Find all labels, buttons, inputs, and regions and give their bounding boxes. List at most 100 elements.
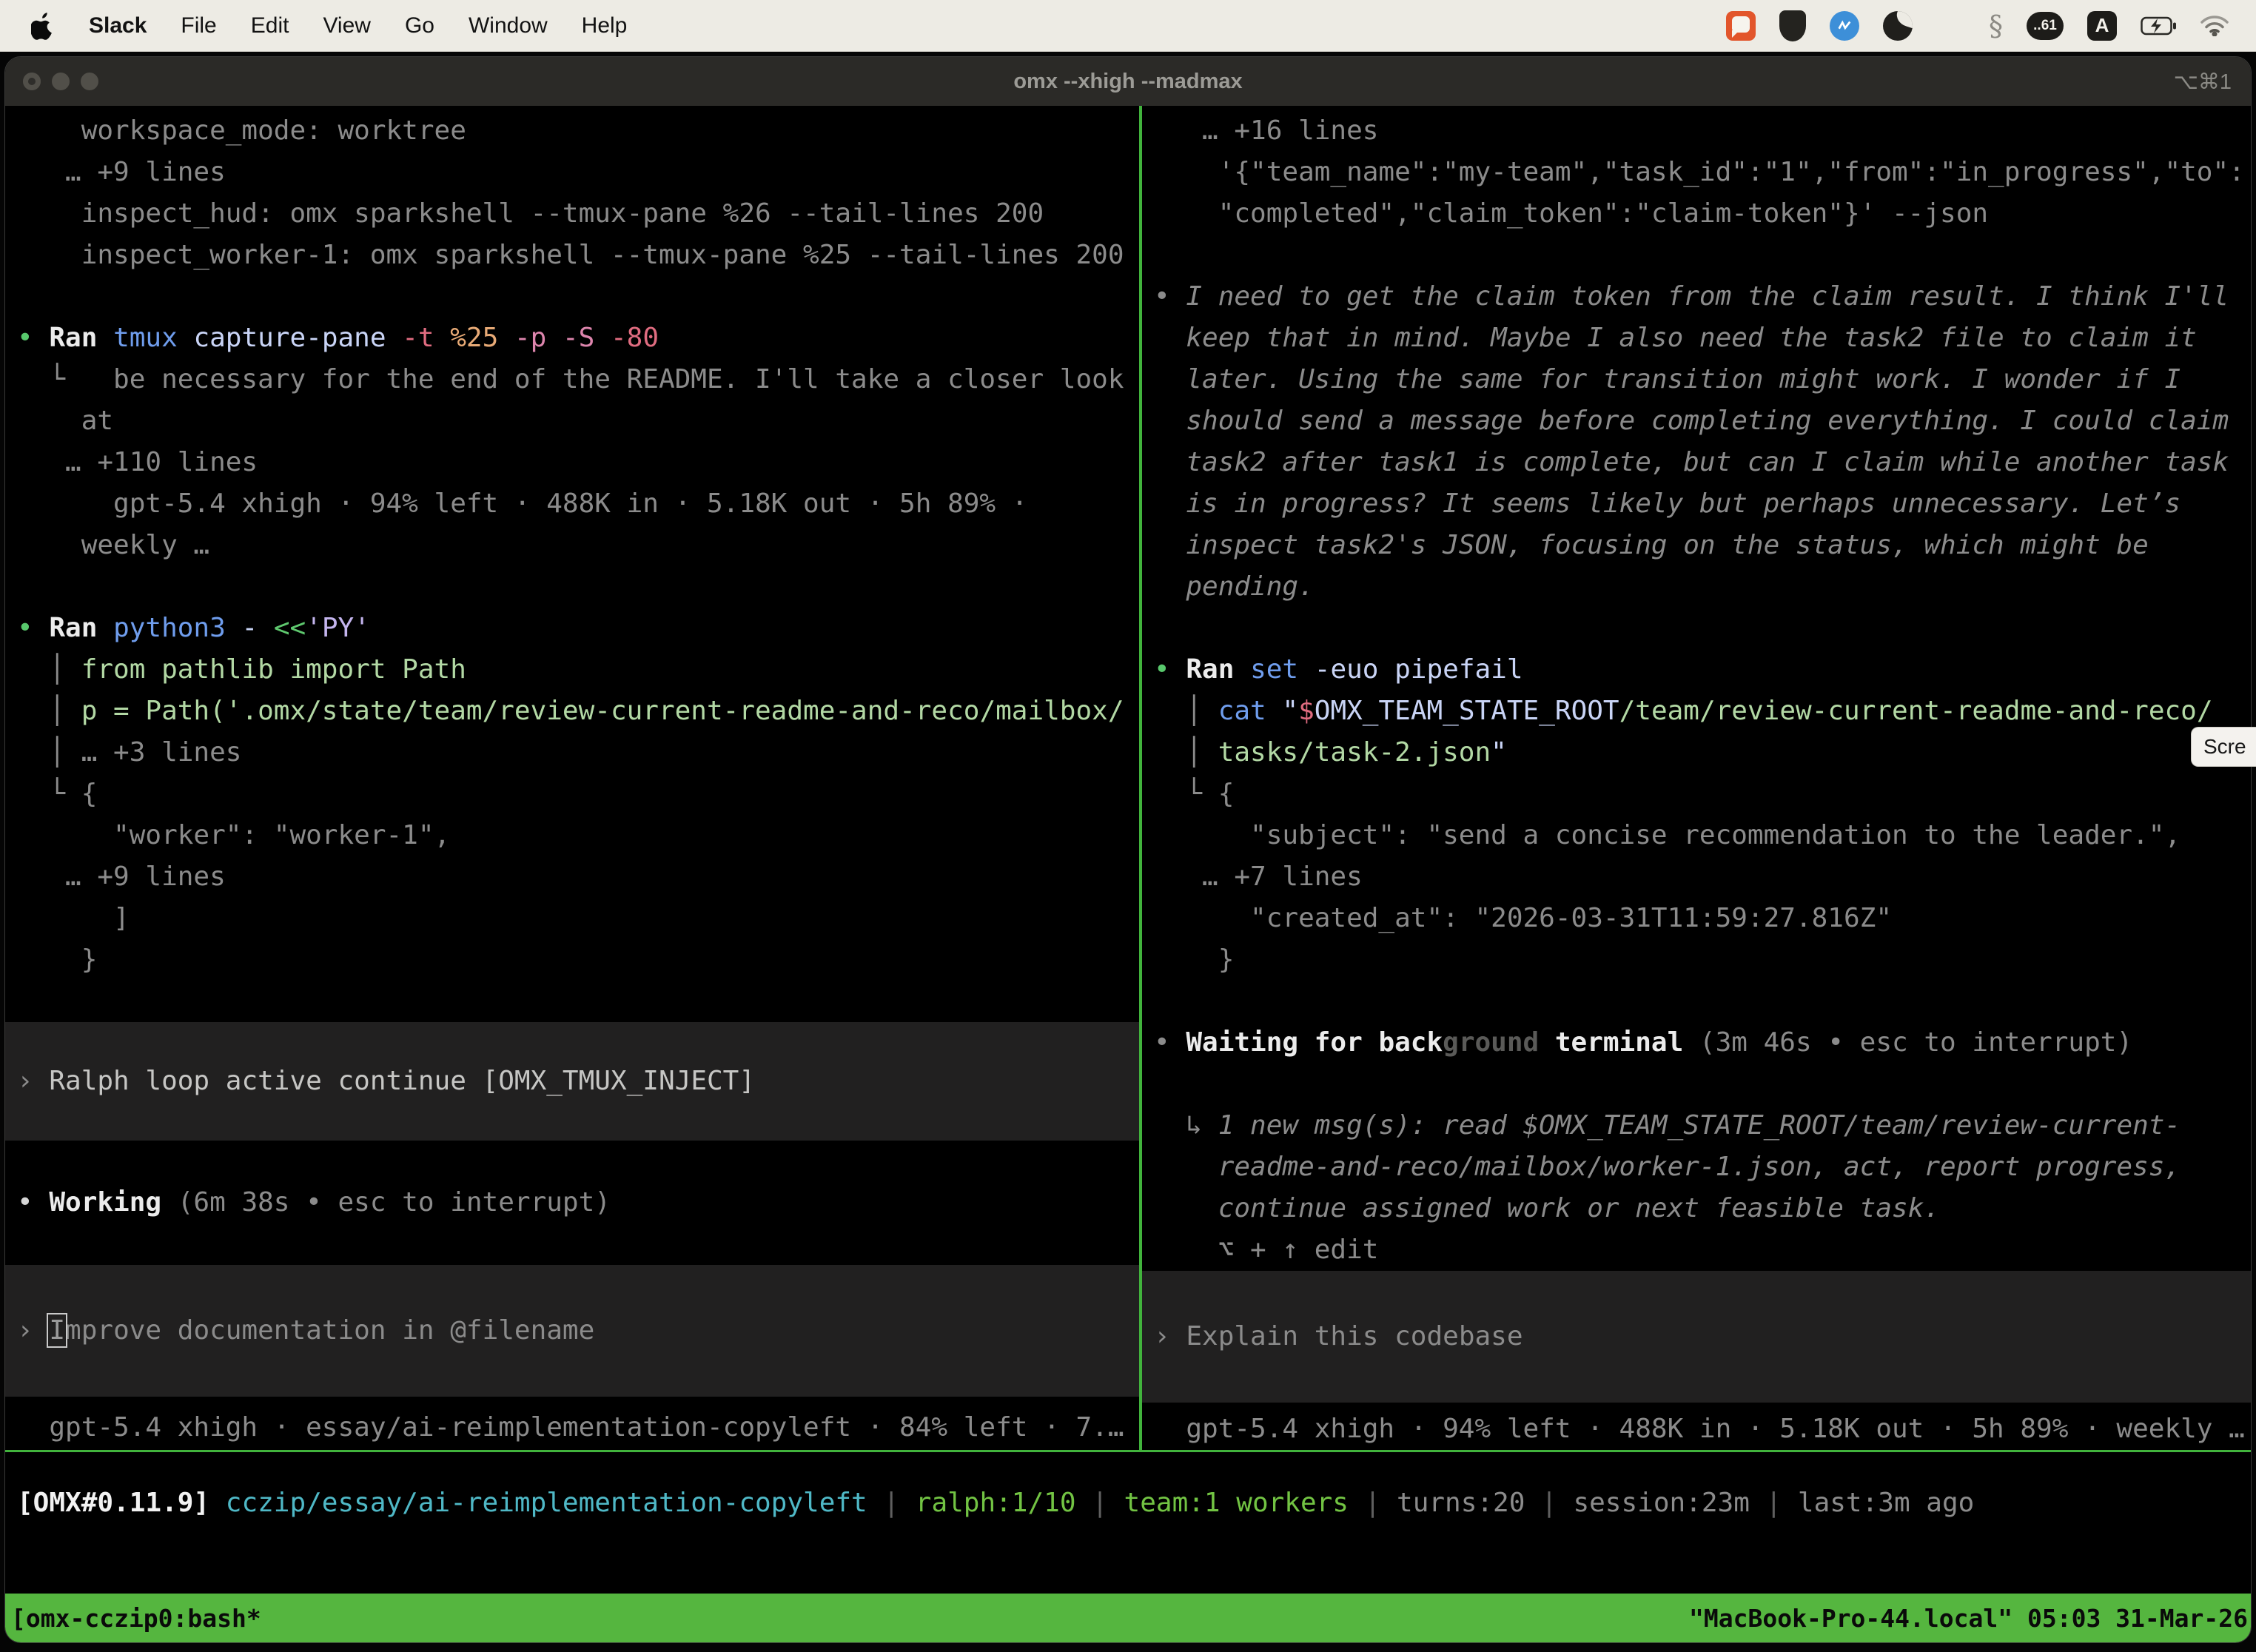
text-segment: └ {	[17, 779, 97, 809]
menu-item-file[interactable]: File	[181, 13, 216, 38]
minimize-button[interactable]	[52, 73, 70, 90]
menu-item-help[interactable]: Help	[582, 13, 628, 38]
text-segment: is in progress? It seems likely but perh…	[1154, 488, 2181, 519]
terminal-line	[1142, 1064, 2252, 1105]
text-segment: Ralph loop active continue [OMX_TMUX_INJ…	[49, 1066, 755, 1096]
text-segment: Ran	[1186, 654, 1250, 685]
text-segment: ›	[1154, 1321, 1186, 1352]
pie-chart-icon[interactable]	[1883, 11, 1913, 41]
terminal-line: │ tasks/task-2.json"	[1142, 732, 2252, 773]
ralph-loop-banner: › Ralph loop active continue [OMX_TMUX_I…	[5, 1022, 1139, 1141]
menu-item-view[interactable]: View	[323, 13, 370, 38]
text-segment: turns:20	[1397, 1488, 1541, 1518]
blue-badge-icon[interactable]	[1830, 11, 1859, 41]
working-status-line: • Working (6m 38s • esc to interrupt)	[5, 1182, 1139, 1223]
terminal-line	[1142, 981, 2252, 1022]
text-segment: … +9 lines	[17, 157, 226, 187]
text-segment: •	[17, 613, 49, 643]
text-segment: -t	[402, 323, 450, 353]
text-segment: should send a message before completing …	[1154, 406, 2229, 436]
chat-app-icon[interactable]	[1726, 11, 1756, 41]
terminal-line: continue assigned work or next feasible …	[1142, 1188, 2252, 1229]
zoom-button[interactable]	[81, 73, 98, 90]
terminal-line: │ … +3 lines	[5, 732, 1139, 773]
menu-item-window[interactable]: Window	[469, 13, 548, 38]
terminal-line	[1142, 608, 2252, 649]
terminal-line: • Ran set -euo pipefail	[1142, 649, 2252, 691]
text-segment: %25	[450, 323, 514, 353]
text-segment: •	[1154, 654, 1186, 685]
right-model-status-line: gpt-5.4 xhigh · 94% left · 488K in · 5.1…	[1142, 1408, 2252, 1450]
terminal-line: … +110 lines	[5, 442, 1139, 483]
terminal-window: omx --xhigh --madmax ⌥⌘1 workspace_mode:…	[4, 56, 2252, 1643]
screen-capture-tooltip: Scre	[2191, 727, 2256, 767]
text-segment: cczip/essay/ai-reimplementation-copyleft	[226, 1488, 884, 1518]
text-segment: "	[1491, 737, 1507, 768]
text-segment: python3	[113, 613, 241, 643]
menu-item-edit[interactable]: Edit	[251, 13, 289, 38]
text-segment: inspect task2's JSON, focusing on the st…	[1154, 530, 2149, 560]
omx-status-bar: [OMX#0.11.9] cczip/essay/ai-reimplementa…	[5, 1483, 2251, 1524]
apple-menu-icon[interactable]	[31, 12, 55, 40]
text-segment: ↳	[1154, 1110, 1218, 1141]
text-segment: readme-and-reco/mailbox/worker-1.json, a…	[1154, 1152, 2181, 1182]
left-pane-output: workspace_mode: worktree … +9 lines insp…	[5, 110, 1139, 1022]
text-segment: OMX_TEAM_STATE_ROOT	[1315, 696, 1619, 726]
text-segment: "worker": "worker-1",	[17, 820, 450, 850]
text-segment: cat	[1218, 696, 1283, 726]
window-title-bar[interactable]: omx --xhigh --madmax ⌥⌘1	[5, 57, 2251, 106]
text-segment: -	[241, 613, 273, 643]
text-segment: •	[17, 323, 49, 353]
text-segment: Ran	[49, 613, 113, 643]
right-prompt-area[interactable]: › Explain this codebase	[1142, 1271, 2252, 1403]
squiggle-icon[interactable]: §	[1989, 10, 2003, 42]
text-segment: <<	[274, 613, 306, 643]
shield-grid-icon[interactable]	[1779, 10, 1806, 41]
text-segment: •	[1154, 1027, 1186, 1058]
left-prompt-input[interactable]: › Improve documentation in @filename	[5, 1310, 1139, 1352]
text-segment: "subject": "send a concise recommendatio…	[1154, 820, 2181, 850]
right-terminal-pane[interactable]: … +16 lines '{"team_name":"my-team","tas…	[1142, 106, 2252, 1450]
left-terminal-pane[interactable]: workspace_mode: worktree … +9 lines insp…	[5, 106, 1139, 1450]
text-segment: |	[883, 1488, 915, 1518]
text-segment: p = Path('.omx/state/team/review-current…	[81, 696, 1124, 726]
text-segment: at	[17, 406, 113, 436]
terminal-line: inspect task2's JSON, focusing on the st…	[1142, 525, 2252, 566]
text-segment: │	[1154, 696, 1218, 726]
text-segment: gpt-5.4 xhigh · 94% left · 488K in · 5.1…	[1154, 1414, 2245, 1444]
letter-a-icon[interactable]: A	[2087, 11, 2117, 41]
battery-icon[interactable]	[2141, 16, 2176, 36]
text-segment: inspect_worker-1: omx sparkshell --tmux-…	[17, 240, 1124, 270]
omx-status-text: [OMX#0.11.9] cczip/essay/ai-reimplementa…	[5, 1483, 2251, 1524]
desktop-screen: Slack File Edit View Go Window Help § ..…	[0, 0, 2256, 1652]
left-prompt-area[interactable]: › Improve documentation in @filename	[5, 1265, 1139, 1397]
terminal-line: }	[5, 939, 1139, 981]
terminal-line: ↳ 1 new msg(s): read $OMX_TEAM_STATE_ROO…	[1142, 1105, 2252, 1146]
menu-item-go[interactable]: Go	[405, 13, 434, 38]
window-title: omx --xhigh --madmax	[1013, 70, 1242, 94]
left-model-status-line: gpt-5.4 xhigh · essay/ai-reimplementatio…	[5, 1407, 1139, 1448]
text-segment: capture-pane	[193, 323, 402, 353]
count-badge-icon[interactable]: ..61	[2027, 12, 2064, 40]
menu-bar-left: Slack File Edit View Go Window Help	[0, 12, 627, 40]
terminal-line: task2 after task1 is complete, but can I…	[1142, 442, 2252, 483]
traffic-lights	[23, 73, 98, 90]
text-segment: │	[17, 696, 81, 726]
text-segment: |	[1365, 1488, 1397, 1518]
wifi-icon[interactable]	[2200, 16, 2229, 36]
text-segment: … +3 lines	[81, 737, 242, 768]
text-segment: inspect_hud: omx sparkshell --tmux-pane …	[17, 198, 1044, 229]
terminal-line: later. Using the same for transition mig…	[1142, 359, 2252, 400]
terminal-line: inspect_worker-1: omx sparkshell --tmux-…	[5, 235, 1139, 276]
text-segment: "	[1282, 696, 1298, 726]
terminal-line: "created_at": "2026-03-31T11:59:27.816Z"	[1142, 898, 2252, 939]
text-segment: (6m 38s • esc to interrupt)	[178, 1187, 611, 1218]
close-button[interactable]	[23, 73, 41, 90]
dots-grid-icon[interactable]	[1936, 11, 1965, 40]
right-prompt-input[interactable]: › Explain this codebase	[1142, 1316, 2252, 1357]
menu-app-name[interactable]: Slack	[89, 13, 147, 38]
text-segment: from pathlib import Path	[81, 654, 466, 685]
text-segment: ⌥ + ↑ edit	[1154, 1235, 1378, 1265]
text-segment: weekly …	[17, 530, 209, 560]
terminal-line	[1142, 235, 2252, 276]
